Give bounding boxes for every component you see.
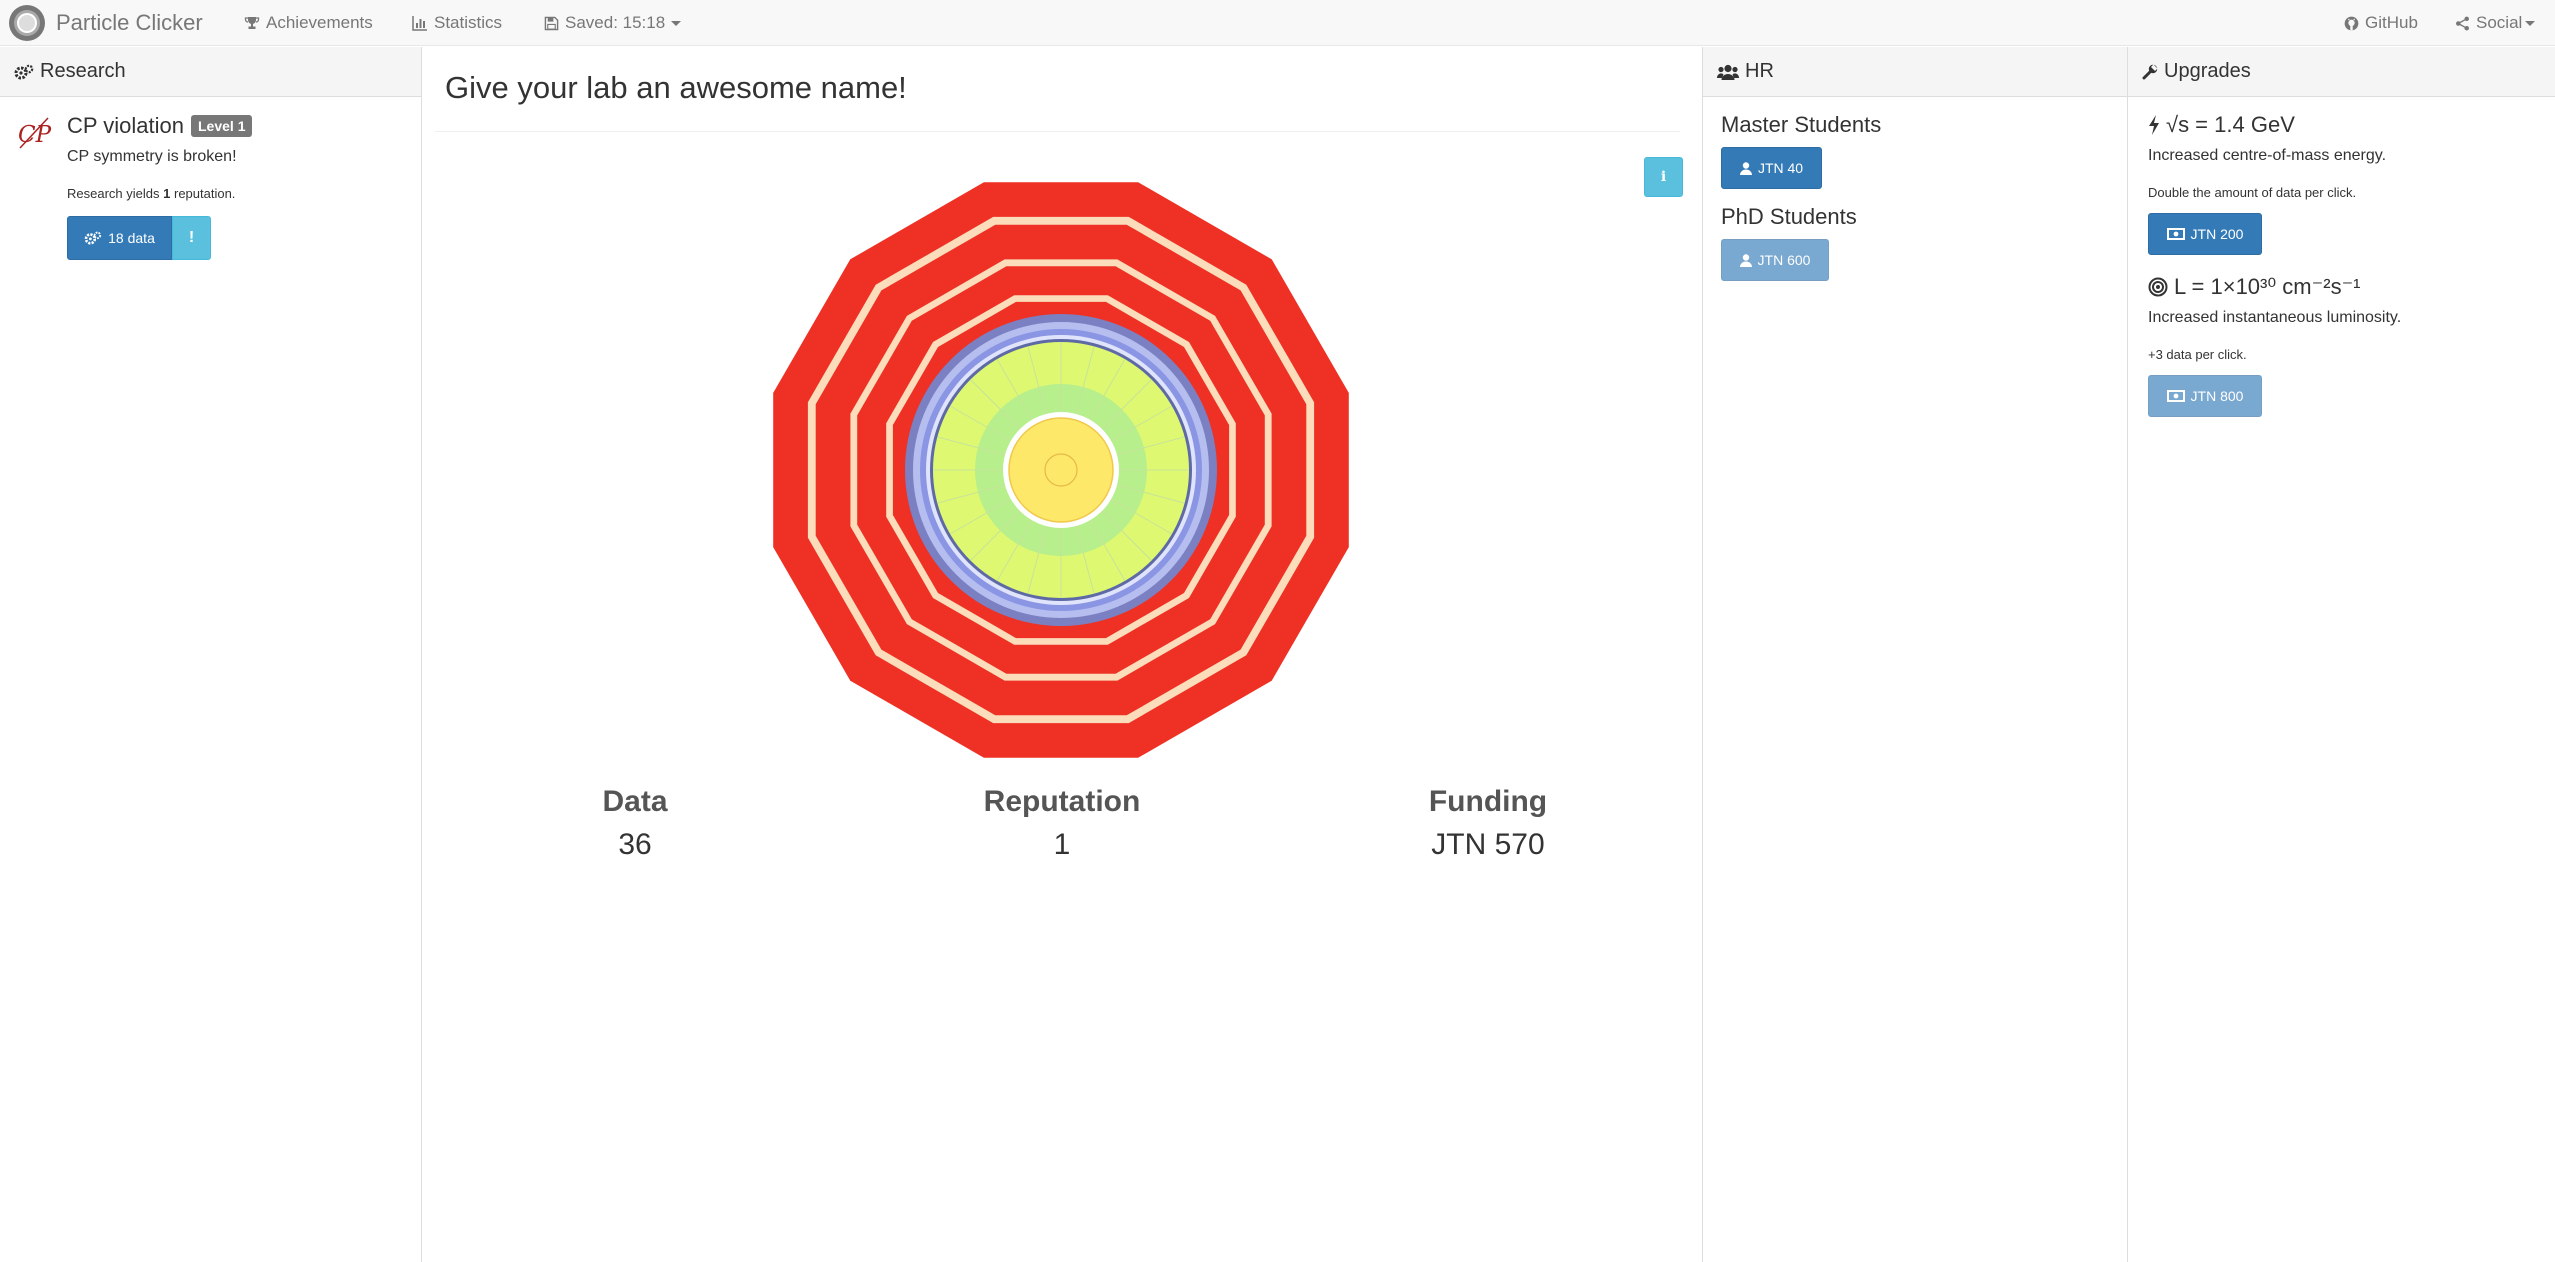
research-description: CP symmetry is broken! <box>67 148 237 165</box>
nav-saved-dropdown[interactable]: Saved: 15:18 <box>544 0 682 46</box>
stat-data-label: Data <box>602 785 668 818</box>
lightning-icon <box>2149 115 2159 135</box>
research-title: CP violation <box>67 113 184 138</box>
buy-luminosity-upgrade-button[interactable]: JTN 800 <box>2148 375 2262 417</box>
research-data-button-label: 18 data <box>108 230 155 246</box>
money-icon <box>2166 390 2185 402</box>
stat-data-value: 36 <box>618 828 652 861</box>
yield-suffix: reputation. <box>173 186 236 201</box>
stat-funding-label: Funding <box>1428 785 1548 818</box>
yield-prefix: Research yields <box>67 186 160 201</box>
wrench-icon <box>2142 64 2158 79</box>
target-icon <box>2148 277 2168 297</box>
hr-item-name: PhD Students <box>1721 204 1857 229</box>
share-icon <box>2456 16 2469 30</box>
hr-item-phd-students: PhD Students JTN 600 <box>1721 204 1857 281</box>
energy-upgrade-cost: JTN 200 <box>2190 226 2244 242</box>
brand-title: Particle Clicker <box>56 10 203 35</box>
upgrade-item-luminosity: L = 1×10³⁰ cm⁻²s⁻¹ Increased instantaneo… <box>2148 274 2401 417</box>
nav-github-label: GitHub <box>2365 13 2418 32</box>
github-icon <box>2344 16 2359 30</box>
floppy-disk-icon <box>544 16 559 30</box>
stat-funding-value: JTN 570 <box>1431 828 1545 861</box>
upgrade-title-row: L = 1×10³⁰ cm⁻²s⁻¹ <box>2148 274 2401 300</box>
upgrade-title-row: √s = 1.4 GeV <box>2148 112 2386 138</box>
exclamation-icon: ! <box>188 229 195 246</box>
nav-github[interactable]: GitHub <box>2344 0 2418 46</box>
nav-achievements-label: Achievements <box>266 13 373 32</box>
hire-master-students-button[interactable]: JTN 40 <box>1721 147 1822 189</box>
research-panel: Research CP CP violation Level 1 CP symm… <box>0 47 422 1262</box>
users-icon <box>1717 64 1739 80</box>
research-header: Research <box>0 47 421 97</box>
research-body: CP violation Level 1 CP symmetry is brok… <box>67 113 397 260</box>
nav-statistics-label: Statistics <box>434 13 503 32</box>
cogs-icon <box>14 64 34 79</box>
lab-name-title[interactable]: Give your lab an awesome name! <box>445 70 907 106</box>
tracker <box>1008 417 1114 523</box>
stat-data: Data 36 <box>485 785 785 862</box>
upgrades-header-label: Upgrades <box>2164 60 2251 82</box>
luminosity-upgrade-cost: JTN 800 <box>2190 388 2244 404</box>
yield-value: 1 <box>163 186 171 201</box>
info-button[interactable]: i <box>1644 157 1683 197</box>
buy-energy-upgrade-button[interactable]: JTN 200 <box>2148 213 2262 255</box>
nav-social-label: Social <box>2476 13 2523 32</box>
upgrade-name: L = 1×10³⁰ cm⁻²s⁻¹ <box>2174 274 2361 299</box>
brand[interactable]: Particle Clicker <box>8 4 203 42</box>
hr-item-name: Master Students <box>1721 112 1882 137</box>
research-button-group: 18 data ! <box>67 216 397 260</box>
stat-reputation: Reputation 1 <box>912 785 1212 862</box>
research-info-button[interactable]: ! <box>172 216 211 260</box>
stat-reputation-value: 1 <box>1053 828 1071 861</box>
stat-reputation-label: Reputation <box>983 785 1141 818</box>
chevron-down-icon <box>671 20 682 26</box>
upgrade-detail: Double the amount of data per click. <box>2148 185 2357 200</box>
nav-saved-label: Saved: 15:18 <box>565 13 666 32</box>
upgrade-name: √s = 1.4 GeV <box>2166 112 2295 137</box>
hire-phd-students-button[interactable]: JTN 600 <box>1721 239 1829 281</box>
cogs-icon <box>84 231 102 245</box>
hr-item-master-students: Master Students JTN 40 <box>1721 112 1881 189</box>
particle-logo-icon <box>9 5 45 41</box>
upgrade-detail: +3 data per click. <box>2148 347 2247 362</box>
upgrade-description: Increased centre-of-mass energy. <box>2148 147 2387 164</box>
chevron-down-icon <box>2525 20 2536 26</box>
info-icon: i <box>1660 169 1667 185</box>
research-title-row: CP violation Level 1 <box>67 113 397 139</box>
stat-funding: Funding JTN 570 <box>1338 785 1638 862</box>
trophy-icon <box>244 17 260 29</box>
money-icon <box>2166 228 2185 240</box>
nav-achievements[interactable]: Achievements <box>244 0 373 46</box>
research-data-button[interactable]: 18 data <box>67 216 172 260</box>
upgrades-header: Upgrades <box>2128 47 2555 97</box>
detector-clickable[interactable] <box>771 180 1351 760</box>
hire-phd-students-cost: JTN 600 <box>1757 252 1811 268</box>
research-yield: Research yields 1 reputation. <box>67 186 397 201</box>
nav-statistics[interactable]: Statistics <box>412 0 502 46</box>
research-header-label: Research <box>40 60 126 82</box>
navbar: Particle Clicker Achievements Statistics… <box>0 0 2555 46</box>
user-icon <box>1739 253 1752 267</box>
bar-chart-icon <box>412 16 427 31</box>
user-icon <box>1739 161 1752 175</box>
divider <box>435 131 1680 132</box>
nav-social-dropdown[interactable]: Social <box>2455 0 2536 46</box>
hr-header: HR <box>1703 47 2127 97</box>
upgrade-item-energy: √s = 1.4 GeV Increased centre-of-mass en… <box>2148 112 2386 255</box>
level-badge: Level 1 <box>191 114 253 138</box>
upgrade-description: Increased instantaneous luminosity. <box>2148 309 2402 326</box>
hire-master-students-cost: JTN 40 <box>1757 160 1804 176</box>
hr-header-label: HR <box>1745 60 1774 82</box>
cp-violation-icon: CP <box>18 117 52 149</box>
